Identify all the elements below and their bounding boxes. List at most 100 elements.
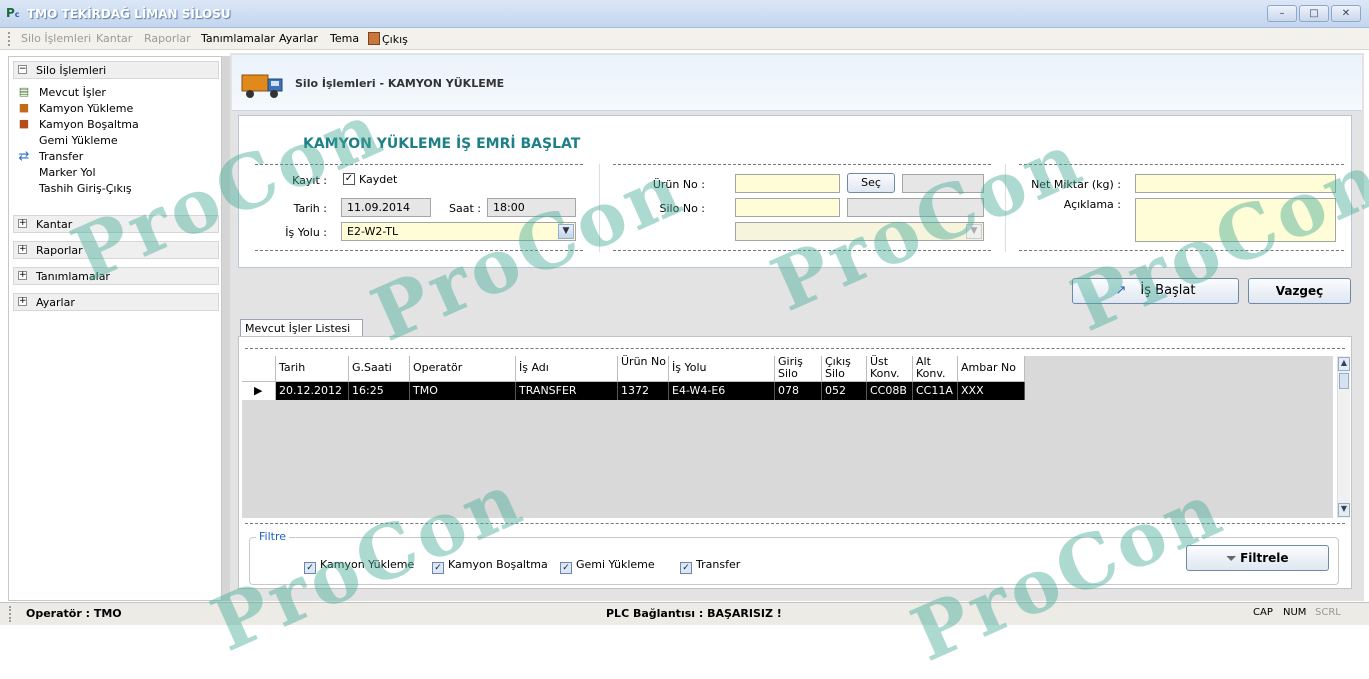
filter-transfer[interactable]: ✓ Transfer — [680, 558, 740, 574]
table-cell[interactable]: TRANSFER — [516, 382, 618, 400]
table-cell[interactable]: 20.12.2012 — [276, 382, 349, 400]
sidebar-item-gemi-yukleme[interactable]: Gemi Yükleme — [39, 134, 118, 147]
menu-tema[interactable]: Tema — [330, 32, 359, 45]
col-header[interactable]: İş Adı — [516, 356, 618, 382]
minimize-button[interactable]: – — [1267, 5, 1297, 22]
checkbox-checked-icon[interactable]: ✓ — [432, 562, 444, 574]
table-cell[interactable]: 1372 — [618, 382, 669, 400]
menu-cikis[interactable]: Çıkış — [368, 32, 408, 46]
sidebar-item-transfer[interactable]: Transfer — [39, 150, 83, 163]
sidebar-item-kamyon-yukleme[interactable]: Kamyon Yükleme — [39, 102, 133, 115]
tab-mevcut-isler-listesi[interactable]: Mevcut İşler Listesi — [240, 319, 363, 337]
divider — [245, 348, 1345, 349]
urun-label: Ürün No : — [652, 178, 705, 191]
chevron-down-icon[interactable]: ▼ — [966, 224, 982, 239]
title-bar: Pc TMO TEKİRDAĞ LİMAN SİLOSU – □ ✕ — [0, 0, 1369, 28]
checkbox-checked-icon[interactable]: ✓ — [560, 562, 572, 574]
kaydet-label: Kaydet — [359, 173, 398, 186]
expand-icon[interactable]: + — [18, 297, 27, 306]
aciklama-textarea[interactable] — [1135, 198, 1336, 242]
menu-kantar[interactable]: Kantar — [96, 32, 132, 45]
vazgec-button[interactable]: Vazgeç — [1248, 278, 1351, 304]
col-header[interactable]: Çıkış Silo — [822, 356, 867, 382]
table-cell[interactable]: E4-W4-E6 — [669, 382, 775, 400]
scroll-thumb[interactable] — [1339, 373, 1349, 389]
silo-no-input[interactable] — [735, 198, 840, 217]
isyolu-select[interactable]: E2-W2-TL ▼ — [341, 222, 576, 241]
sidebar-group-tanimlamalar[interactable]: + Tanımlamalar — [13, 267, 219, 285]
table-cell[interactable]: TMO — [410, 382, 516, 400]
num-indicator: NUM — [1283, 607, 1307, 618]
grip — [9, 606, 11, 622]
table-cell[interactable]: 052 — [822, 382, 867, 400]
is-baslat-button[interactable]: ↗ İş Başlat — [1072, 278, 1239, 304]
isyolu-label: İş Yolu : — [285, 226, 327, 239]
net-miktar-input[interactable] — [1135, 174, 1336, 193]
sidebar-group-raporlar[interactable]: + Raporlar — [13, 241, 219, 259]
urun-no-input[interactable] — [735, 174, 840, 193]
table-cell[interactable]: CC11A — [913, 382, 958, 400]
sidebar-item-marker-yol[interactable]: Marker Yol — [39, 166, 96, 179]
menu-silo-islemleri[interactable]: Silo İşlemleri — [21, 32, 91, 45]
silo-select[interactable]: ▼ — [735, 222, 984, 241]
sidebar-group-ayarlar[interactable]: + Ayarlar — [13, 293, 219, 311]
toolbar-grip[interactable] — [8, 32, 10, 46]
col-header[interactable]: Alt Konv. — [913, 356, 958, 382]
col-header[interactable]: Operatör — [410, 356, 516, 382]
divider — [1019, 250, 1344, 251]
scroll-up-icon[interactable]: ▲ — [1338, 357, 1350, 371]
maximize-button[interactable]: □ — [1299, 5, 1329, 22]
filter-kamyon-yukleme[interactable]: ✓ Kamyon Yükleme — [304, 558, 414, 574]
divider — [613, 250, 991, 251]
menu-tanimlamalar[interactable]: Tanımlamalar — [201, 32, 275, 45]
truck-icon — [241, 74, 283, 98]
filter-gemi-yukleme[interactable]: ✓ Gemi Yükleme — [560, 558, 655, 574]
expand-icon[interactable]: + — [18, 219, 27, 228]
jobs-grid[interactable]: Tarih G.Saati Operatör İş Adı Ürün No İş… — [242, 356, 1333, 518]
kaydet-checkbox[interactable]: ✓ — [343, 173, 355, 185]
menu-ayarlar[interactable]: Ayarlar — [279, 32, 318, 45]
col-header[interactable]: Giriş Silo — [775, 356, 822, 382]
sec-button[interactable]: Seç — [847, 173, 895, 193]
expand-icon[interactable]: + — [18, 245, 27, 254]
divider — [245, 523, 1345, 524]
filter-label: Gemi Yükleme — [576, 558, 655, 571]
filter-group: Filtre ✓ Kamyon Yükleme ✓ Kamyon Boşaltma … — [249, 530, 1339, 585]
col-header[interactable]: Tarih — [276, 356, 349, 382]
sidebar-item-kamyon-bosaltma[interactable]: Kamyon Boşaltma — [39, 118, 139, 131]
sidebar-splitter[interactable] — [222, 56, 230, 601]
scroll-down-icon[interactable]: ▼ — [1338, 503, 1350, 517]
truck-unload-icon: ■ — [18, 117, 30, 130]
checkbox-checked-icon[interactable]: ✓ — [304, 562, 316, 574]
col-header[interactable]: İş Yolu — [669, 356, 775, 382]
sidebar-item-tashih[interactable]: Tashih Giriş-Çıkış — [39, 182, 132, 195]
expand-icon[interactable]: + — [18, 271, 27, 280]
table-cell[interactable]: CC08B — [867, 382, 913, 400]
chevron-down-icon[interactable]: ▼ — [558, 224, 574, 239]
close-button[interactable]: ✕ — [1331, 5, 1361, 22]
grid-vertical-scrollbar[interactable]: ▲ ▼ — [1337, 356, 1350, 518]
aciklama-label: Açıklama : — [1063, 198, 1121, 211]
table-cell[interactable]: 16:25 — [349, 382, 410, 400]
sidebar-group-kantar[interactable]: + Kantar — [13, 215, 219, 233]
col-header[interactable]: G.Saati — [349, 356, 410, 382]
row-selector-icon[interactable]: ▶ — [242, 382, 276, 400]
table-cell[interactable]: XXX — [958, 382, 1025, 400]
tarih-field[interactable]: 11.09.2014 — [341, 198, 431, 217]
sidebar-item-mevcut-isler[interactable]: Mevcut İşler — [39, 86, 106, 99]
saat-field[interactable]: 18:00 — [487, 198, 576, 217]
sidebar-group-silo-islemleri[interactable]: − Silo İşlemleri — [13, 61, 219, 79]
divider — [255, 250, 583, 251]
col-header[interactable]: Üst Konv. — [867, 356, 913, 382]
collapse-icon[interactable]: − — [18, 65, 27, 74]
checkbox-checked-icon[interactable]: ✓ — [680, 562, 692, 574]
col-header[interactable]: Ambar No — [958, 356, 1025, 382]
menu-raporlar[interactable]: Raporlar — [144, 32, 191, 45]
divider — [1019, 164, 1344, 165]
table-cell[interactable]: 078 — [775, 382, 822, 400]
funnel-icon: ⏷ — [1226, 551, 1237, 565]
filtrele-button[interactable]: ⏷ Filtrele — [1186, 545, 1329, 571]
col-header[interactable]: Ürün No — [618, 356, 669, 382]
filter-label: Kamyon Boşaltma — [448, 558, 548, 571]
filter-kamyon-bosaltma[interactable]: ✓ Kamyon Boşaltma — [432, 558, 548, 574]
